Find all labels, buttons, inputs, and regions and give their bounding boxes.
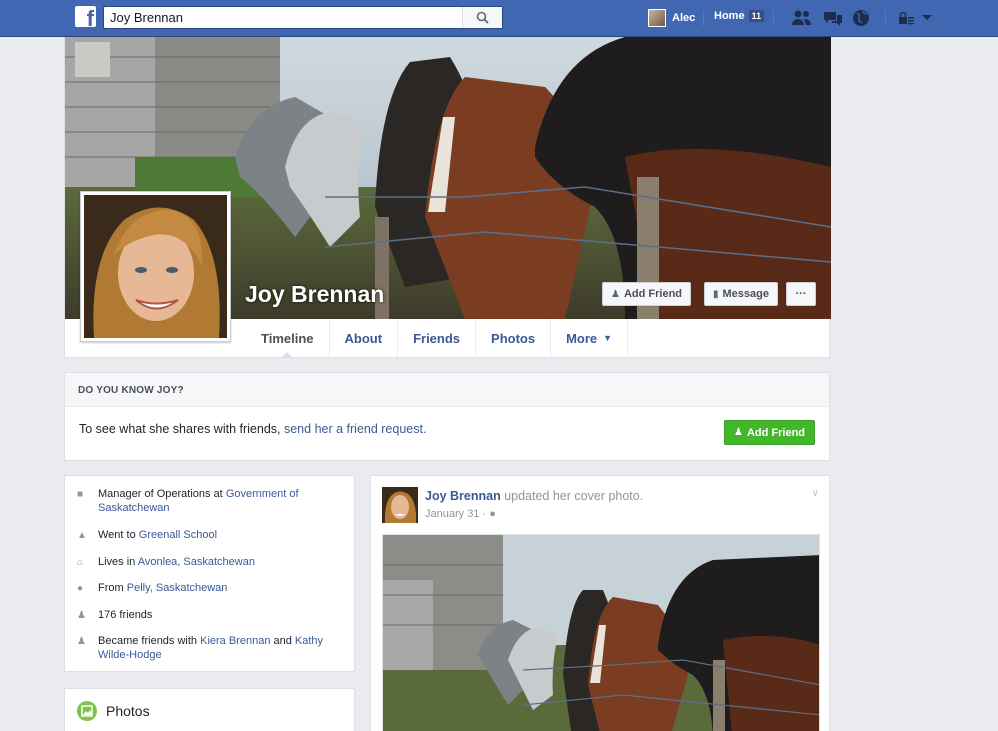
message-label: Message: [722, 288, 769, 300]
friends-count: 176 friends: [98, 609, 153, 621]
add-friend-green-button[interactable]: ♟ Add Friend: [724, 420, 815, 445]
divider: [885, 10, 886, 26]
messages-icon[interactable]: [822, 9, 844, 27]
notifications-globe-icon[interactable]: [852, 9, 870, 27]
profile-name: Joy Brennan: [245, 281, 385, 307]
tab-label: About: [344, 330, 383, 346]
photos-icon: [77, 701, 97, 721]
lives-text: Lives in Avonlea, Saskatchewan: [98, 556, 255, 568]
photos-title[interactable]: Photos: [106, 703, 150, 719]
friend-link-kiera[interactable]: Kiera Brennan: [200, 635, 270, 647]
from-link[interactable]: Pelly, Saskatchewan: [127, 582, 228, 594]
lives-item: ⌂ Lives in Avonlea, Saskatchewan: [77, 555, 342, 570]
divider: [773, 10, 774, 26]
user-name: Alec: [672, 12, 696, 24]
message-button[interactable]: ▮ Message: [704, 282, 778, 306]
more-options-button[interactable]: ···: [786, 282, 816, 306]
profile-tabs: Timeline About Friends Photos More ▼: [246, 319, 629, 358]
add-friend-green-label: Add Friend: [746, 426, 806, 439]
profile-photo-image: [84, 195, 227, 338]
post-date: January 31 · ●: [425, 508, 496, 520]
home-label: Home: [714, 10, 745, 22]
home-link[interactable]: Home 11: [714, 10, 765, 22]
avatar: [648, 9, 666, 27]
know-text: To see what she shares with friends,: [79, 422, 281, 436]
house-icon: ⌂: [77, 557, 84, 568]
add-friend-icon: ♟: [733, 427, 743, 438]
home-count-badge: 11: [748, 10, 765, 22]
work-text: Manager of Operations at Government of S…: [98, 488, 299, 514]
post-photo[interactable]: [382, 534, 820, 731]
add-friend-label: Add Friend: [623, 288, 683, 300]
lives-link[interactable]: Avonlea, Saskatchewan: [138, 556, 255, 568]
tab-about[interactable]: About: [330, 319, 399, 357]
account-menu-icon[interactable]: [921, 9, 933, 27]
briefcase-icon: ■: [77, 489, 84, 500]
school-link[interactable]: Greenall School: [139, 529, 217, 541]
tab-label: Friends: [413, 330, 461, 346]
send-friend-request-link[interactable]: send her a friend request.: [284, 422, 426, 436]
photos-card: Photos: [64, 688, 355, 731]
top-navigation-bar: f Alec Home 11: [0, 0, 998, 37]
privacy-lock-icon[interactable]: [897, 9, 915, 27]
intro-card: ■ Manager of Operations at Government of…: [64, 475, 355, 672]
profile-shortcut[interactable]: Alec: [648, 8, 695, 28]
post-image-horses: [383, 535, 819, 731]
post-author-link[interactable]: Joy Brennan: [425, 489, 501, 503]
message-icon: ▮: [713, 288, 719, 300]
tab-label: More: [566, 330, 598, 346]
from-text: From Pelly, Saskatchewan: [98, 582, 228, 594]
became-friends-item: ♟ Became friends with Kiera Brennan and …: [77, 634, 342, 662]
do-you-know-card: DO YOU KNOW JOY? To see what she shares …: [64, 372, 830, 461]
school-item: ▲ Went to Greenall School: [77, 528, 342, 543]
location-pin-icon: ●: [77, 583, 84, 594]
tab-friends[interactable]: Friends: [398, 319, 477, 357]
friend-requests-icon[interactable]: [791, 9, 813, 27]
card-text: To see what she shares with friends, sen…: [79, 422, 426, 436]
friends-count-item: ♟ 176 friends: [77, 608, 342, 623]
search-icon: [476, 11, 489, 24]
friends-icon: ♟: [77, 636, 86, 647]
chevron-down-icon: ▼: [603, 333, 613, 343]
public-globe-icon: ●: [489, 508, 496, 520]
profile-header: Joy Brennan ♟ Add Friend ▮ Message ··· T…: [64, 37, 831, 358]
tab-label: Timeline: [261, 330, 314, 346]
facebook-logo-icon[interactable]: f: [75, 6, 96, 27]
school-text: Went to Greenall School: [98, 529, 218, 541]
tab-photos[interactable]: Photos: [476, 319, 552, 357]
timeline-post: Joy Brennan updated her cover photo. Jan…: [370, 475, 830, 731]
tab-timeline[interactable]: Timeline: [246, 319, 330, 358]
divider: [703, 10, 704, 26]
search-input[interactable]: [104, 7, 462, 28]
tab-label: Photos: [491, 330, 536, 346]
tab-more[interactable]: More ▼: [551, 319, 629, 357]
profile-picture[interactable]: [80, 191, 231, 342]
card-header: DO YOU KNOW JOY?: [65, 373, 829, 407]
search-box: [103, 6, 503, 29]
work-item: ■ Manager of Operations at Government of…: [77, 487, 342, 515]
post-options-chevron-icon[interactable]: ∨: [812, 488, 819, 499]
search-button[interactable]: [462, 7, 502, 28]
add-friend-icon: ♟: [611, 288, 620, 300]
post-date-link[interactable]: January 31: [425, 508, 479, 520]
from-item: ● From Pelly, Saskatchewan: [77, 581, 342, 596]
became-friends-text: Became friends with Kiera Brennan and Ka…: [98, 635, 324, 661]
post-action: updated her cover photo.: [504, 489, 644, 503]
more-options-label: ···: [795, 288, 807, 300]
friends-icon: ♟: [77, 610, 86, 621]
post-title: Joy Brennan updated her cover photo.: [425, 489, 643, 503]
graduation-cap-icon: ▲: [77, 530, 87, 541]
post-author-avatar[interactable]: [382, 487, 418, 523]
add-friend-button[interactable]: ♟ Add Friend: [602, 282, 692, 306]
